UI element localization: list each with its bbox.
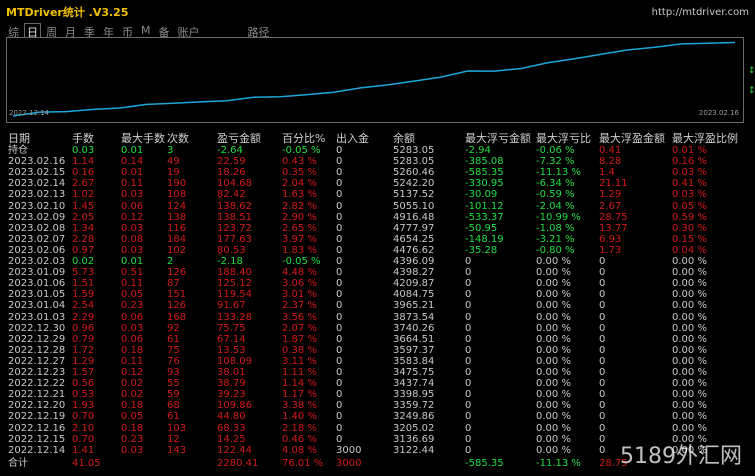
- col-max-float-loss-pct: 最大浮亏比: [536, 132, 591, 145]
- tab-account[interactable]: 账户: [176, 24, 202, 39]
- app-title: MTDriver统计 .V3.25: [6, 6, 129, 19]
- row-max-float-loss-pct: 0.00 %: [536, 444, 571, 456]
- row-count: 143: [167, 444, 187, 456]
- row-percent: 4.08 %: [282, 444, 317, 456]
- chart-start-date: 2022.12.14: [9, 109, 50, 117]
- col-max-float-loss: 最大浮亏金额: [465, 132, 531, 145]
- row-pnl: 122.44: [217, 444, 252, 456]
- col-max-float-profit-pct: 最大浮盈比例: [672, 132, 738, 145]
- tab-currency[interactable]: 币: [120, 24, 135, 39]
- chart-end-date: 2023.02.16: [698, 109, 739, 117]
- col-lots: 手数: [72, 132, 94, 145]
- summary-max-float-loss: -585.35: [465, 458, 504, 469]
- tab-notes[interactable]: 备: [157, 24, 172, 39]
- col-pnl: 盈亏金额: [217, 132, 261, 145]
- col-max-float-profit: 最大浮盈金额: [599, 132, 665, 145]
- balance-line: [12, 41, 736, 117]
- tab-quarter[interactable]: 季: [82, 24, 97, 39]
- summary-percent: 76.01 %: [282, 458, 324, 469]
- title-bar: MTDriver统计 .V3.25 http://mtdriver.com: [0, 0, 755, 22]
- summary-lots: 41.05: [72, 458, 101, 469]
- row-lots: 1.41: [72, 444, 95, 456]
- site-watermark: 5189外汇网: [620, 444, 742, 469]
- summary-inout: 3000: [336, 458, 362, 469]
- row-date: 2022.12.14: [8, 444, 66, 456]
- balance-chart: 2022.12.14 2023.02.16: [6, 37, 744, 123]
- stats-table: 持仓 0.03 0.01 3 -2.64 -0.05 % 0 5283.05 -2.94 -0.0…: [8, 145, 753, 457]
- col-date: 日期: [8, 132, 30, 145]
- tab-week[interactable]: 周: [44, 24, 59, 39]
- tab-year[interactable]: 年: [101, 24, 116, 39]
- col-count: 次数: [167, 132, 189, 145]
- website-url[interactable]: http://mtdriver.com: [652, 7, 749, 18]
- scroll-mark-icon: ↕: [748, 66, 755, 76]
- tab-path[interactable]: 路径: [246, 24, 272, 39]
- row-max-lots: 0.03: [121, 444, 144, 456]
- balance-curve: [12, 41, 736, 117]
- summary-max-float-loss-pct: -11.13 %: [536, 458, 581, 469]
- row-max-float-profit: 0: [599, 444, 606, 456]
- col-inout: 出入金: [336, 132, 369, 145]
- row-max-float-loss: 0: [465, 444, 472, 456]
- col-percent: 百分比%: [282, 132, 326, 145]
- tab-summary[interactable]: 综: [6, 24, 21, 39]
- col-max-lots: 最大手数: [121, 132, 165, 145]
- tab-day[interactable]: 日: [24, 23, 41, 39]
- tab-month[interactable]: 月: [63, 24, 78, 39]
- summary-pnl: 2280.41: [217, 458, 259, 469]
- tab-magic[interactable]: M: [139, 24, 153, 38]
- summary-label: 合计: [8, 458, 28, 469]
- row-balance: 3122.44: [393, 444, 435, 456]
- scroll-mark-icon: ↕: [748, 86, 755, 96]
- row-inout: 3000: [336, 444, 362, 456]
- col-balance: 余额: [393, 132, 415, 145]
- period-tabs: 综 日 周 月 季 年 币 M 备 账户 路径: [6, 23, 272, 39]
